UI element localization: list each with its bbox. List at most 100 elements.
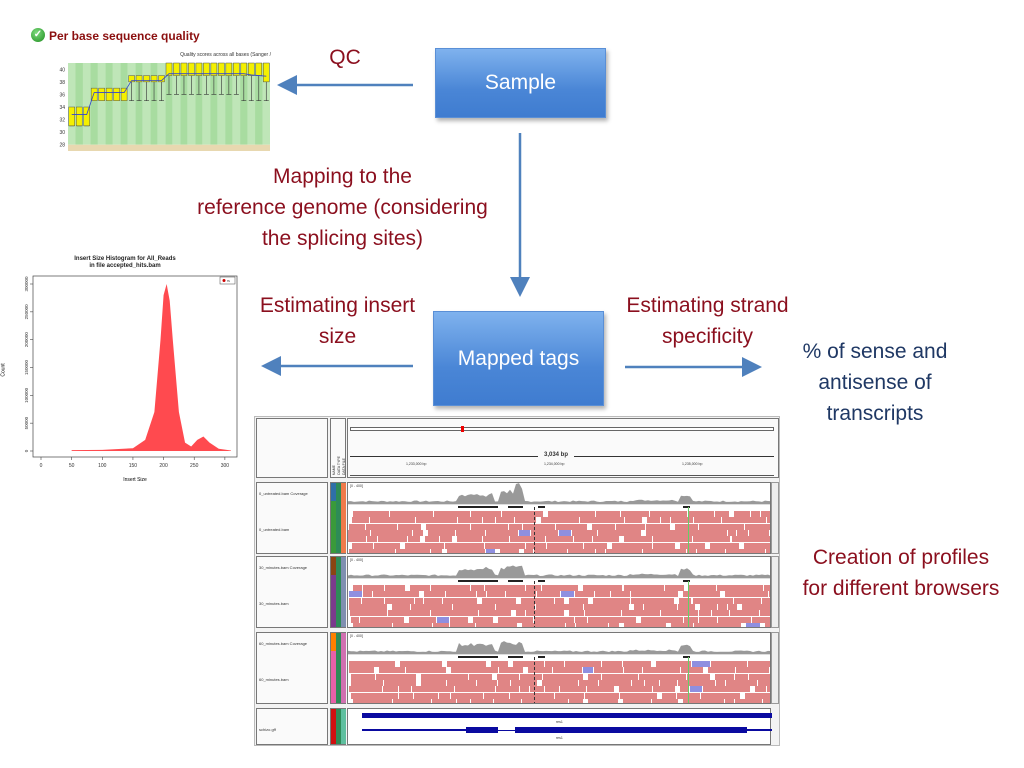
attribute-cell xyxy=(341,483,346,553)
read xyxy=(499,667,523,674)
track-data: [0 - 400] xyxy=(347,482,771,554)
attribute-cell xyxy=(341,709,346,744)
read xyxy=(546,536,573,543)
read xyxy=(396,548,430,553)
read xyxy=(569,597,588,604)
track-scrollbar[interactable] xyxy=(771,632,779,704)
read xyxy=(408,536,421,543)
read xyxy=(371,529,412,536)
read xyxy=(512,661,545,667)
splice-junction xyxy=(538,506,545,508)
read xyxy=(348,667,375,674)
read xyxy=(655,661,691,667)
read xyxy=(752,616,770,623)
splice-junction xyxy=(508,580,523,582)
read xyxy=(674,523,698,530)
read xyxy=(734,698,763,703)
read xyxy=(409,616,436,623)
read xyxy=(651,698,678,703)
read xyxy=(398,523,421,530)
current-region-marker xyxy=(461,426,464,432)
track-scrollbar[interactable] xyxy=(771,482,779,554)
read xyxy=(605,548,642,553)
read xyxy=(530,686,545,693)
read xyxy=(692,597,734,604)
read xyxy=(363,591,372,598)
read xyxy=(388,610,430,617)
read xyxy=(582,667,594,674)
read xyxy=(749,673,770,680)
read xyxy=(592,536,620,543)
read xyxy=(370,517,415,524)
read xyxy=(348,661,396,667)
read xyxy=(447,679,477,686)
track-scrollbar[interactable] xyxy=(771,556,779,628)
read xyxy=(696,548,725,553)
coverage-plot xyxy=(348,483,770,505)
read xyxy=(482,536,510,543)
read xyxy=(567,548,595,553)
read xyxy=(575,591,595,598)
read xyxy=(640,616,683,623)
read xyxy=(383,679,416,686)
read xyxy=(385,597,414,604)
read xyxy=(734,511,751,517)
read xyxy=(482,597,517,604)
read xyxy=(734,673,749,680)
read xyxy=(643,667,681,674)
read xyxy=(763,698,770,703)
track-names: 60_minutes.bam Coverage 60_minutes.bam xyxy=(256,632,328,704)
read xyxy=(729,610,760,617)
read xyxy=(447,548,486,553)
read xyxy=(389,511,433,517)
read xyxy=(493,698,521,703)
read xyxy=(678,679,715,686)
read xyxy=(643,603,678,610)
read xyxy=(745,622,760,627)
track-attributes xyxy=(330,632,346,704)
read xyxy=(623,661,651,667)
read xyxy=(652,542,675,549)
track-data: [0 - 400] xyxy=(347,632,771,704)
read xyxy=(632,679,644,686)
read xyxy=(424,597,443,604)
read xyxy=(564,661,602,667)
read xyxy=(350,610,388,617)
read xyxy=(737,529,748,536)
read xyxy=(350,616,359,623)
read xyxy=(525,542,546,549)
snp-line xyxy=(688,657,689,703)
read xyxy=(391,603,411,610)
read xyxy=(486,548,495,553)
read xyxy=(623,667,643,674)
read xyxy=(521,698,568,703)
read xyxy=(374,542,400,549)
read xyxy=(700,603,718,610)
read xyxy=(725,679,757,686)
coverage-area xyxy=(348,641,770,654)
read xyxy=(699,610,711,617)
coverage-area xyxy=(348,565,770,578)
read xyxy=(736,667,769,674)
transcript-exon xyxy=(466,727,498,733)
read xyxy=(457,536,482,543)
read xyxy=(432,698,457,703)
read xyxy=(352,585,362,591)
read xyxy=(399,686,412,693)
read xyxy=(521,597,555,604)
read xyxy=(446,661,486,667)
ruler-tick-1: 1,233,000 bp xyxy=(406,462,427,466)
read xyxy=(761,597,770,604)
read xyxy=(519,673,542,680)
read xyxy=(679,542,706,549)
read xyxy=(469,673,492,680)
read xyxy=(424,591,445,598)
read xyxy=(365,523,398,530)
chromosome-ideogram xyxy=(350,427,774,431)
coverage-track-name: 0_untreated.bam Coverage xyxy=(259,491,308,496)
read xyxy=(484,542,525,549)
read xyxy=(621,610,660,617)
igv-ruler: 3,034 bp 1,233,000 bp 1,234,000 bp 1,235… xyxy=(347,418,779,478)
read xyxy=(717,585,763,591)
read xyxy=(496,603,535,610)
